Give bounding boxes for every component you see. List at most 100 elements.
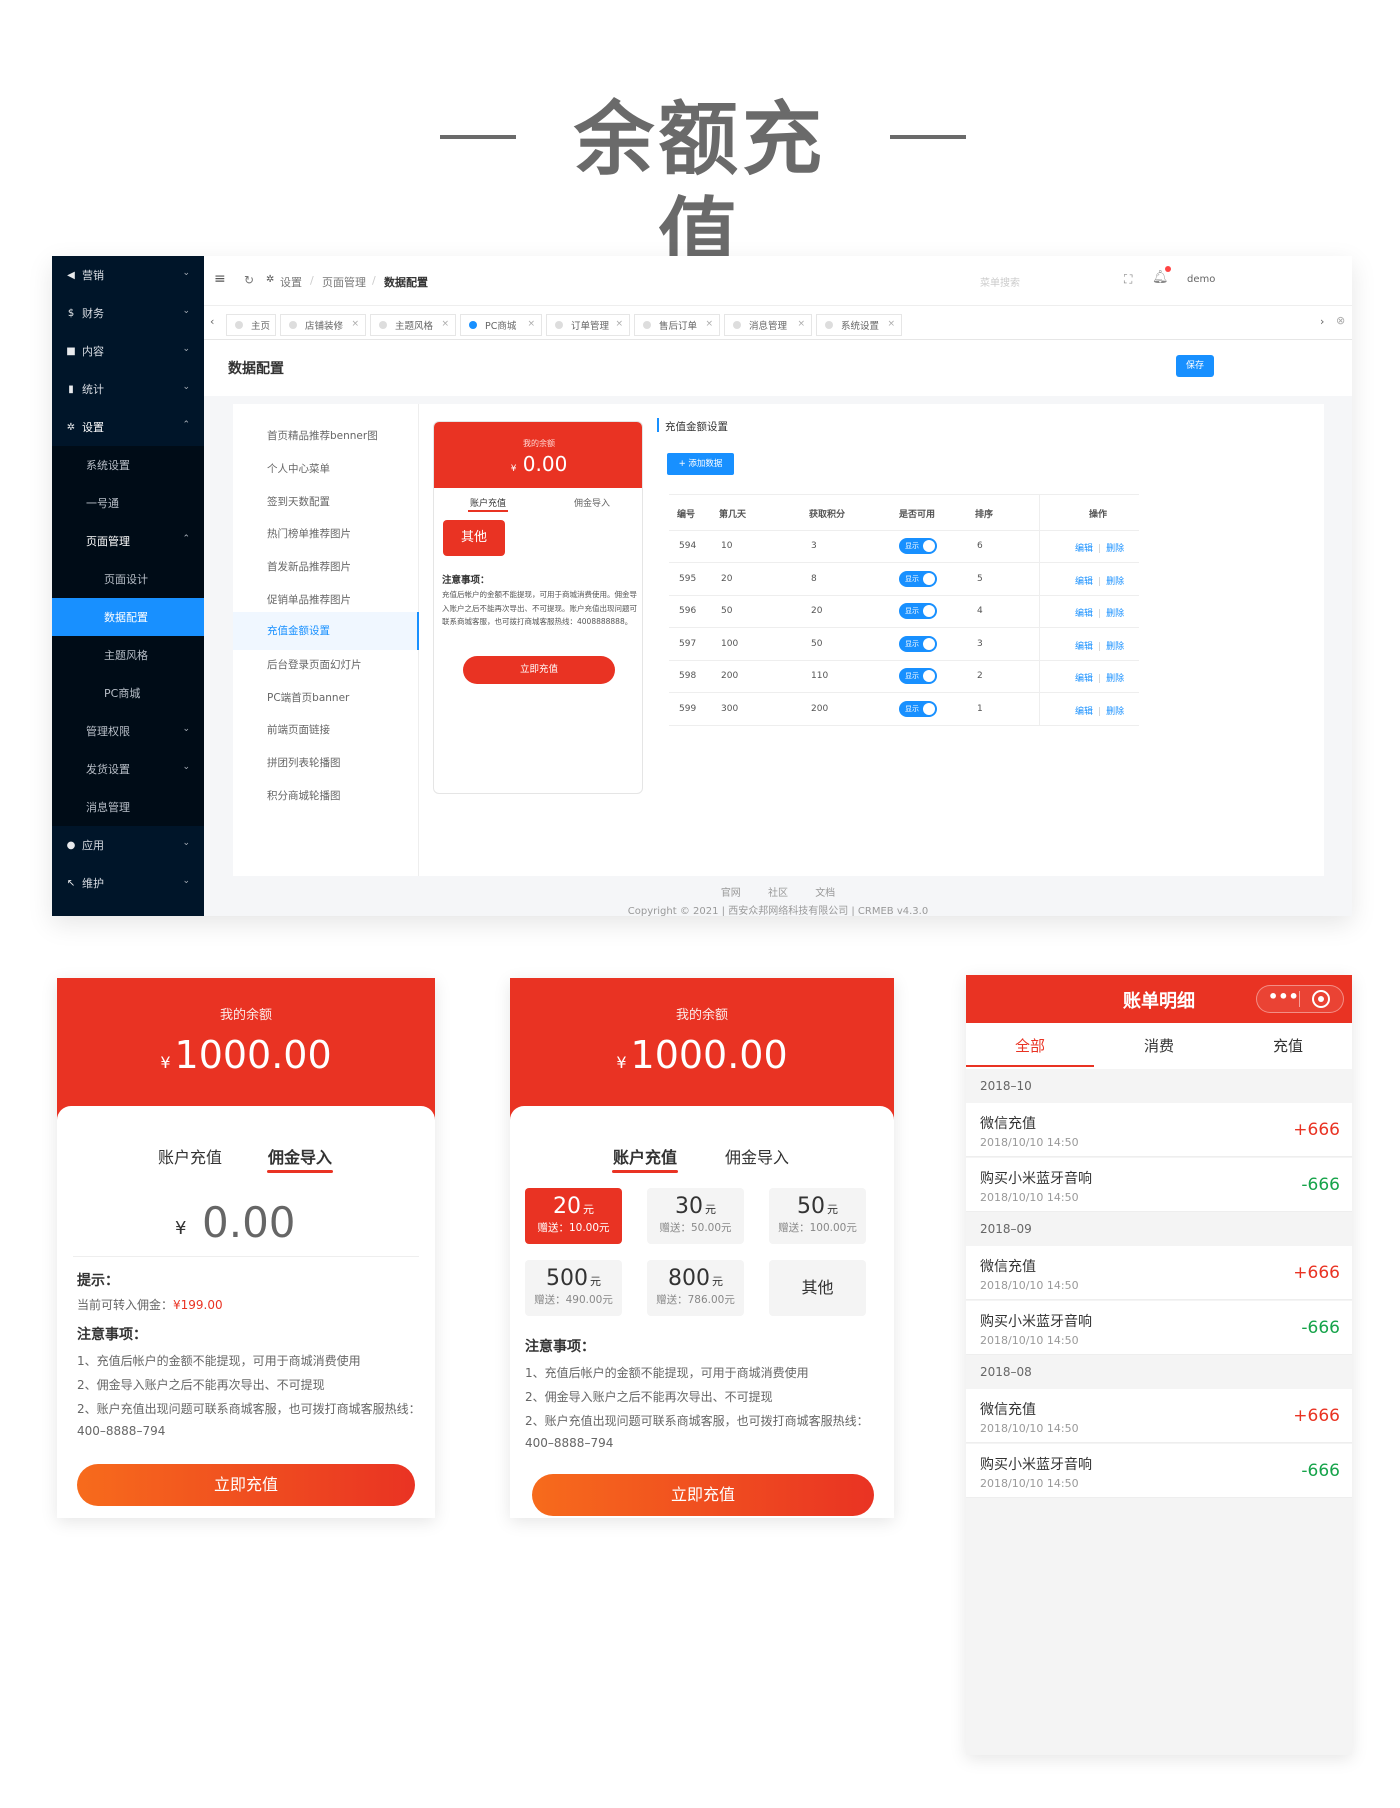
close-icon[interactable]: ×	[441, 319, 449, 329]
footer-link[interactable]: 社区	[768, 888, 788, 899]
close-icon[interactable]: ×	[705, 319, 713, 329]
sidebar-item-pc-mall[interactable]: PC商城	[52, 674, 204, 712]
delete-link[interactable]: 删除	[1106, 544, 1124, 554]
status-toggle[interactable]: 显示	[899, 635, 937, 652]
config-nav-item[interactable]: 签到天数配置	[267, 494, 330, 509]
config-nav-item[interactable]: 后台登录页面幻灯片	[267, 657, 362, 672]
amount-option-other[interactable]: 其他	[769, 1260, 866, 1316]
chevron-left-icon[interactable]: ‹	[210, 315, 214, 328]
preview-tab-import[interactable]: 佣金导入	[574, 496, 610, 509]
config-nav-item[interactable]: PC端首页banner	[267, 690, 349, 705]
tab-recharge[interactable]: 充值	[1224, 1035, 1352, 1056]
menu-search-input[interactable]: 菜单搜索	[980, 274, 1020, 289]
sidebar-item-shipping[interactable]: 发货设置 ⌄	[52, 750, 204, 788]
tab-messages[interactable]: 消息管理 ×	[724, 314, 812, 336]
config-nav-item[interactable]: 前端页面链接	[267, 722, 330, 737]
preview-tab-recharge[interactable]: 账户充值	[470, 496, 506, 509]
config-nav-item[interactable]: 首页精品推荐benner图	[267, 428, 378, 443]
recharge-button[interactable]: 立即充值	[532, 1474, 874, 1516]
sidebar-item-settings[interactable]: ✲ 设置 ⌃	[52, 408, 204, 446]
sidebar-item-messages[interactable]: 消息管理	[52, 788, 204, 826]
edit-link[interactable]: 编辑	[1075, 544, 1093, 554]
bill-row[interactable]: 微信充值 2018/10/10 14:50 +666	[966, 1103, 1352, 1157]
tab-consume[interactable]: 消费	[1094, 1035, 1224, 1056]
sidebar-item-stats[interactable]: ▮ 统计 ⌄	[52, 370, 204, 408]
delete-link[interactable]: 删除	[1106, 707, 1124, 717]
preview-recharge-button[interactable]: 立即充值	[463, 656, 615, 684]
sidebar-item-permissions[interactable]: 管理权限 ⌄	[52, 712, 204, 750]
bill-row[interactable]: 微信充值 2018/10/10 14:50 +666	[966, 1389, 1352, 1443]
sidebar-item-apps[interactable]: ● 应用 ⌄	[52, 826, 204, 864]
close-all-icon[interactable]: ⊗	[1336, 314, 1345, 327]
tab-pc-mall[interactable]: PC商城 ×	[460, 314, 542, 336]
config-nav-item[interactable]: 个人中心菜单	[267, 461, 330, 476]
close-mini-icon[interactable]	[1312, 990, 1330, 1008]
tab-home[interactable]: 主页	[226, 314, 276, 336]
config-nav-item-selected[interactable]: 充值金额设置	[233, 612, 419, 650]
status-toggle[interactable]: 显示	[899, 668, 937, 684]
status-toggle[interactable]: 显示	[899, 700, 937, 717]
edit-link[interactable]: 编辑	[1075, 609, 1093, 619]
status-toggle[interactable]: 显示	[899, 603, 937, 619]
delete-link[interactable]: 删除	[1106, 674, 1124, 684]
amount-option[interactable]: 800 元赠送：786.00元	[647, 1260, 744, 1316]
recharge-button[interactable]: 立即充值	[77, 1464, 415, 1506]
breadcrumb-home[interactable]: 设置	[280, 274, 302, 290]
delete-link[interactable]: 删除	[1106, 609, 1124, 619]
tab-orders[interactable]: 订单管理 ×	[546, 314, 630, 336]
amount-option[interactable]: 30 元赠送：50.00元	[647, 1188, 744, 1244]
amount-option[interactable]: 50 元赠送：100.00元	[769, 1188, 866, 1244]
sidebar-item-page-manage[interactable]: 页面管理 ⌃	[52, 522, 204, 560]
sidebar-item-content[interactable]: ■ 内容 ⌄	[52, 332, 204, 370]
delete-link[interactable]: 删除	[1106, 577, 1124, 587]
delete-link[interactable]: 删除	[1106, 642, 1124, 652]
sidebar-item-yihaotong[interactable]: 一号通	[52, 484, 204, 522]
close-icon[interactable]: ×	[797, 319, 805, 329]
preview-other-amount[interactable]: 其他	[443, 520, 505, 556]
tab-import[interactable]: 佣金导入	[268, 1144, 332, 1168]
sidebar-item-data-config[interactable]: 数据配置	[52, 598, 204, 636]
save-button[interactable]: 保存	[1176, 355, 1214, 377]
sidebar-item-maintain[interactable]: ↖ 维护 ⌄	[52, 864, 204, 902]
tab-after-sales[interactable]: 售后订单 ×	[634, 314, 720, 336]
edit-link[interactable]: 编辑	[1075, 577, 1093, 587]
bill-row[interactable]: 微信充值 2018/10/10 14:50 +666	[966, 1246, 1352, 1300]
config-nav-item[interactable]: 首发新品推荐图片	[267, 559, 351, 574]
footer-link[interactable]: 文档	[815, 888, 835, 899]
status-toggle[interactable]: 显示	[899, 570, 937, 587]
bill-row[interactable]: 购买小米蓝牙音响 2018/10/10 14:50 -666	[966, 1300, 1352, 1355]
status-toggle[interactable]: 显示	[899, 538, 937, 554]
more-icon[interactable]: •••	[1268, 987, 1299, 1006]
close-icon[interactable]: ×	[527, 319, 535, 329]
fullscreen-icon[interactable]: ⛶	[1124, 272, 1132, 287]
sidebar-item-marketing[interactable]: ◀ 营销 ⌄	[52, 256, 204, 294]
amount-option-selected[interactable]: 20 元赠送：10.00元	[525, 1188, 622, 1244]
config-nav-item[interactable]: 拼团列表轮播图	[267, 755, 341, 770]
close-icon[interactable]: ×	[887, 319, 895, 329]
footer-link[interactable]: 官网	[721, 888, 741, 899]
tab-recharge[interactable]: 账户充值	[613, 1144, 677, 1168]
chevron-right-icon[interactable]: ›	[1320, 315, 1324, 328]
sidebar-item-system[interactable]: 系统设置	[52, 446, 204, 484]
user-name[interactable]: demo	[1187, 274, 1215, 285]
config-nav-item[interactable]: 促销单品推荐图片	[267, 592, 351, 607]
breadcrumb-mid[interactable]: 页面管理	[322, 274, 366, 290]
menu-toggle-icon[interactable]: ≡	[214, 271, 226, 287]
tab-system[interactable]: 系统设置 ×	[816, 314, 902, 336]
edit-link[interactable]: 编辑	[1075, 642, 1093, 652]
tab-import[interactable]: 佣金导入	[725, 1144, 789, 1168]
config-nav-item[interactable]: 热门榜单推荐图片	[267, 526, 351, 541]
edit-link[interactable]: 编辑	[1075, 707, 1093, 717]
amount-option[interactable]: 500 元赠送：490.00元	[525, 1260, 622, 1316]
config-nav-item[interactable]: 积分商城轮播图	[267, 788, 341, 803]
bell-icon[interactable]: 🔔︎	[1152, 270, 1169, 285]
sidebar-item-theme[interactable]: 主题风格	[52, 636, 204, 674]
tab-theme[interactable]: 主题风格 ×	[370, 314, 456, 336]
amount-input[interactable]: 0.00	[202, 1198, 296, 1247]
tab-all[interactable]: 全部	[966, 1035, 1094, 1056]
sidebar-item-page-design[interactable]: 页面设计	[52, 560, 204, 598]
bill-row[interactable]: 购买小米蓝牙音响 2018/10/10 14:50 -666	[966, 1443, 1352, 1498]
bill-row[interactable]: 购买小米蓝牙音响 2018/10/10 14:50 -666	[966, 1157, 1352, 1212]
sidebar-item-finance[interactable]: $ 财务 ⌄	[52, 294, 204, 332]
refresh-icon[interactable]: ↻	[244, 273, 254, 287]
